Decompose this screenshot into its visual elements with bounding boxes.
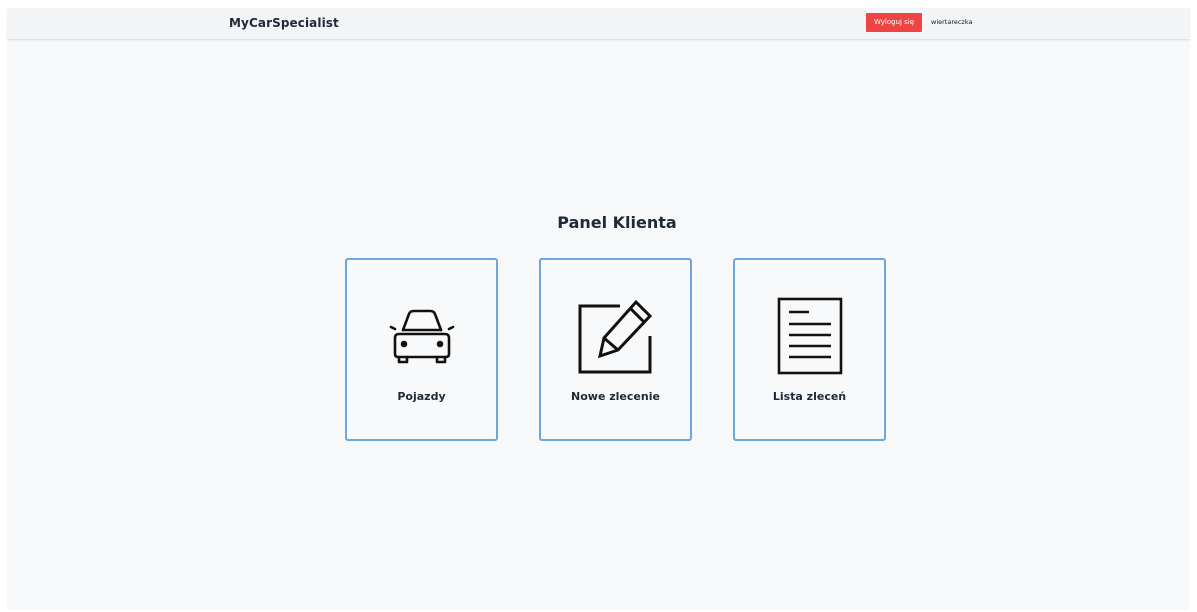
username-label: wiertareczka [931, 18, 973, 26]
tile-new-order[interactable]: Nowe zlecenie [539, 258, 692, 441]
tile-label: Lista zleceń [772, 390, 847, 403]
document-list-icon [735, 297, 884, 375]
tile-vehicles[interactable]: Pojazdy [345, 258, 498, 441]
app-frame: MyCarSpecialist Wyloguj się wiertareczka… [7, 8, 1190, 610]
logout-button[interactable]: Wyloguj się [866, 13, 922, 32]
page-title: Panel Klienta [557, 213, 677, 232]
tile-label: Pojazdy [397, 390, 446, 403]
tile-order-list[interactable]: Lista zleceń [733, 258, 886, 441]
tile-label: Nowe zlecenie [571, 390, 660, 403]
car-icon [347, 308, 496, 364]
brand-logo[interactable]: MyCarSpecialist [229, 16, 339, 30]
navbar: MyCarSpecialist Wyloguj się wiertareczka [7, 8, 1190, 40]
edit-document-icon [541, 298, 690, 376]
